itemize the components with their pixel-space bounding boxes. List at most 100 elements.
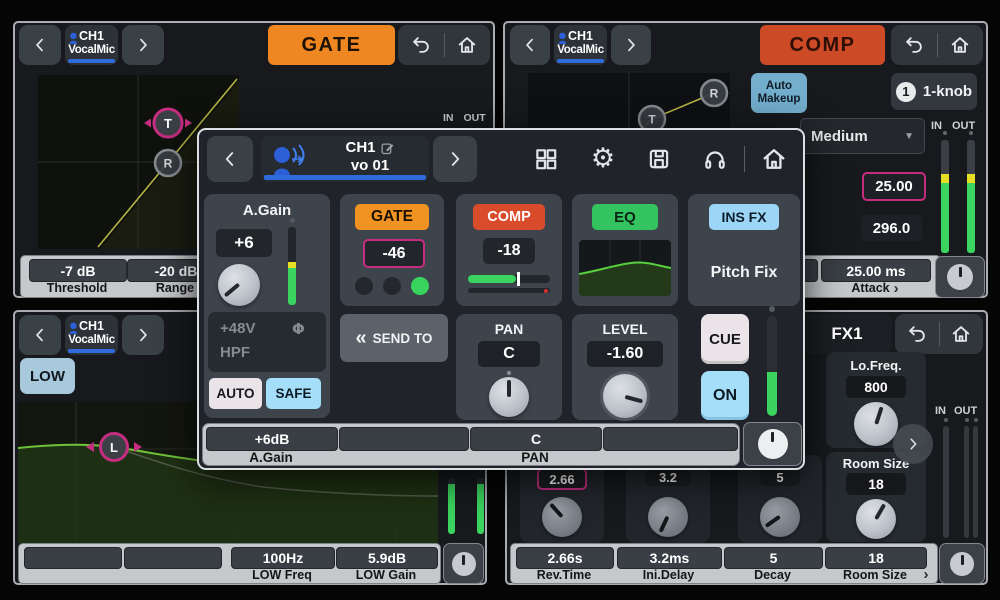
settings-button[interactable]: ⚙ [587, 141, 619, 175]
auto-gain-button[interactable]: AUTO [209, 378, 262, 409]
gate-title-button[interactable]: GATE [268, 25, 395, 65]
gate-value-box[interactable]: -46 [363, 239, 425, 268]
again-value-box[interactable]: +6 [216, 229, 272, 257]
comp-threshold-slider[interactable] [468, 288, 550, 293]
eq-block[interactable]: EQ [572, 194, 678, 306]
param-cell-attack[interactable]: 25.00 ms [821, 259, 931, 282]
auto-makeup-button[interactable]: Auto Makeup [751, 73, 807, 113]
level-knob[interactable] [603, 374, 647, 418]
comp-ratio-node[interactable]: R [701, 80, 727, 106]
channel-next-button[interactable] [122, 25, 164, 65]
fx-lofreq-knob[interactable] [854, 402, 898, 446]
fx-revtime-value[interactable]: 2.66 [537, 468, 587, 490]
comp-type-dropdown[interactable]: Medium ▼ [800, 118, 925, 154]
touch-knob-button[interactable] [443, 543, 484, 584]
undo-icon[interactable] [903, 34, 925, 56]
fx-decay-value[interactable]: 5 [760, 468, 800, 486]
param-cell-threshold[interactable]: -7 dB [29, 259, 127, 282]
svg-text:T: T [164, 116, 172, 131]
param-cell-revtime[interactable]: 2.66s [516, 547, 614, 569]
touch-knob-button[interactable] [939, 543, 985, 584]
popup-channel-select-button[interactable]: CH1 vo 01 [261, 136, 429, 182]
channel-next-button[interactable] [122, 315, 164, 355]
undo-icon[interactable] [906, 323, 928, 345]
fx-roomsize-value[interactable]: 18 [846, 473, 906, 495]
param-cell-low-freq[interactable]: 100Hz [231, 547, 335, 569]
on-button[interactable]: ON [701, 371, 749, 420]
channel-next-button[interactable] [611, 25, 651, 65]
comp-selected-value-box[interactable]: 25.00 [862, 172, 926, 201]
popup-home-button[interactable] [759, 144, 789, 174]
fx-title-button[interactable]: FX1 [802, 314, 892, 354]
popup-channel-prev-button[interactable] [207, 136, 253, 182]
phantom-48v-button[interactable]: +48V [220, 320, 255, 337]
fx-decay-knob[interactable] [760, 497, 800, 537]
comp-block[interactable]: COMP -18 [456, 194, 562, 306]
gate-block[interactable]: GATE -46 [340, 194, 444, 306]
param-cell-empty[interactable] [124, 547, 222, 569]
insfx-block[interactable]: INS FX Pitch Fix [688, 194, 800, 306]
eq-tag[interactable]: EQ [592, 204, 658, 230]
svg-text:T: T [648, 113, 656, 127]
pan-value-box[interactable]: C [478, 341, 540, 367]
comp-title-button[interactable]: COMP [760, 25, 885, 65]
gate-open-dot [411, 277, 429, 295]
home-icon[interactable] [949, 34, 971, 56]
channel-select-button[interactable]: CH1 VocalMic [65, 315, 118, 355]
param-cell-again[interactable]: +6dB [206, 427, 338, 451]
send-to-button[interactable]: « SEND TO [340, 314, 448, 362]
fx-inidelay-knob[interactable] [648, 497, 688, 537]
channel-select-button[interactable]: CH1 VocalMic [554, 25, 607, 65]
fx-inidelay-value[interactable]: 3.2 [645, 468, 691, 486]
comp-gr-slider[interactable] [468, 275, 550, 283]
insfx-tag[interactable]: INS FX [709, 204, 779, 230]
param-label-revtime: Rev.Time [516, 568, 612, 582]
touch-knob-button[interactable] [935, 256, 985, 298]
hpf-button[interactable]: HPF [220, 344, 250, 361]
fx-roomsize-knob[interactable] [856, 499, 896, 539]
channel-prev-button[interactable] [19, 25, 61, 65]
fx-lofreq-value[interactable]: 800 [846, 376, 906, 398]
eq-band-low-button[interactable]: LOW [20, 358, 75, 394]
eq-param-strip: 100Hz 5.9dB LOW Freq LOW Gain [18, 543, 441, 584]
fx-out-meter-right [973, 426, 978, 538]
comp-value-box[interactable]: -18 [483, 238, 535, 264]
home-icon[interactable] [950, 323, 972, 345]
popup-channel-next-button[interactable] [433, 136, 477, 182]
param-cell-roomsize[interactable]: 18 [825, 547, 927, 569]
channel-prev-button[interactable] [510, 25, 550, 65]
param-cell-empty[interactable] [339, 427, 469, 451]
save-button[interactable] [645, 145, 673, 173]
one-knob-button[interactable]: 1 1-knob [891, 73, 977, 110]
cue-button[interactable]: CUE [701, 314, 749, 364]
undo-icon[interactable] [410, 34, 432, 56]
touch-knob-button[interactable] [743, 422, 802, 466]
vocal-channel-icon [269, 142, 311, 176]
gate-tag[interactable]: GATE [355, 204, 429, 230]
meter-peak-dot [769, 306, 775, 312]
param-cell-decay[interactable]: 5 [724, 547, 823, 569]
chevron-left-icon [30, 35, 50, 55]
comp-tag[interactable]: COMP [473, 204, 545, 230]
again-knob[interactable] [218, 264, 260, 306]
gate-range-node[interactable]: R [155, 150, 181, 176]
chevron-left-icon [520, 35, 540, 55]
param-cell-pan[interactable]: C [470, 427, 602, 451]
fx-page-next-button[interactable] [893, 424, 933, 464]
safe-button[interactable]: SAFE [266, 378, 321, 409]
monitor-button[interactable] [701, 145, 729, 173]
channel-select-button[interactable]: CH1 VocalMic [65, 25, 118, 65]
param-cell-inidelay[interactable]: 3.2ms [617, 547, 722, 569]
channel-prev-button[interactable] [19, 315, 61, 355]
param-cell-low-gain[interactable]: 5.9dB [336, 547, 438, 569]
param-cell-empty[interactable] [24, 547, 122, 569]
pan-knob[interactable] [489, 377, 529, 417]
level-value-box[interactable]: -1.60 [587, 341, 663, 367]
fx-revtime-knob[interactable] [542, 497, 582, 537]
param-cell-empty[interactable] [603, 427, 738, 451]
phase-icon[interactable]: Φ [292, 320, 305, 338]
param-more-chevron[interactable]: › [919, 567, 933, 582]
home-icon[interactable] [456, 34, 478, 56]
comp-value-box[interactable]: 296.0 [861, 215, 922, 241]
grid-view-button[interactable] [532, 145, 560, 173]
